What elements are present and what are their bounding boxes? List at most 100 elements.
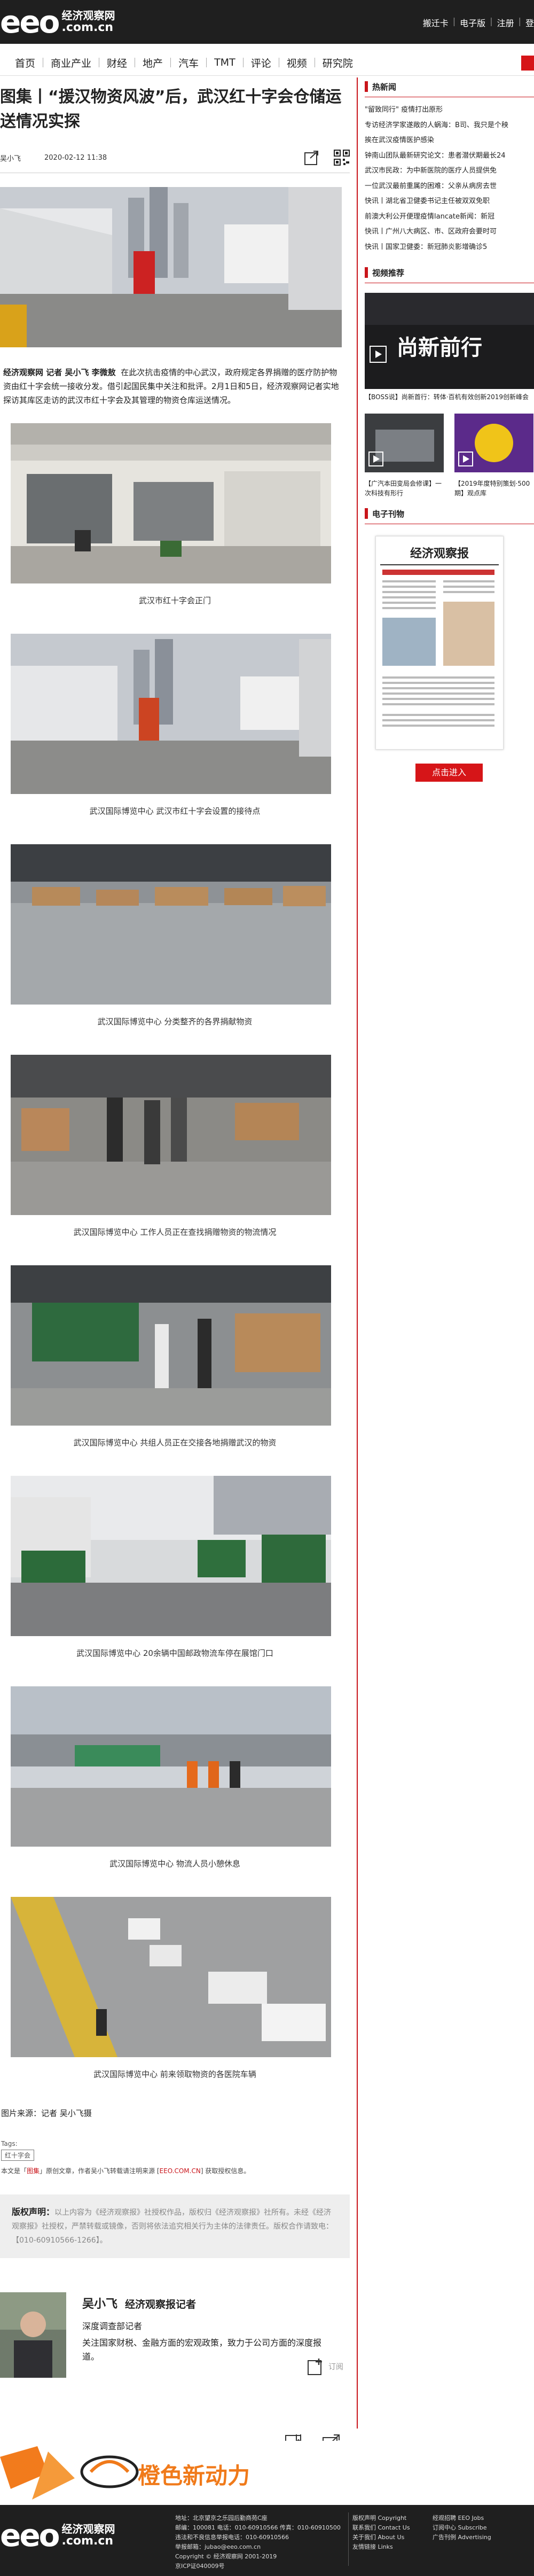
hot-news-list: "留致同行" 疫情打出原形 专访经济学家遂敞的人蜗海：B司、我只是个秧 挨在武汉… xyxy=(365,103,534,255)
follow-button[interactable]: 订阅 xyxy=(307,2357,343,2376)
video-caption: 【广汽本田变局会修课】一次科技有形行 xyxy=(365,480,442,497)
toplink-login[interactable]: 登 xyxy=(525,16,534,29)
footer-link[interactable]: 广告刊例 Advertising xyxy=(433,2533,491,2542)
article-photo xyxy=(11,1686,331,1847)
banner-text: 橙色新动力 xyxy=(138,2463,250,2489)
photo-caption: 武汉国际博览中心 物流人员小憩休息 xyxy=(109,1859,240,1869)
list-item[interactable]: "留致同行" 疫情打出原形 xyxy=(365,103,534,118)
list-item[interactable]: 快讯丨湖北省卫健委书记主任被双双免职 xyxy=(365,194,534,209)
video-item[interactable]: 【2019年度特别策划·500期】观点库 xyxy=(454,414,533,498)
nav-realestate[interactable]: 地产 xyxy=(135,56,170,70)
video-caption[interactable]: 【BOSS说】尚新首行：转体·百机有效创新2019创新峰会 xyxy=(365,392,534,402)
copyright-line: 本文是「图集」原创文章，作者吴小飞转载请注明来源 [EEO.COM.CN] 获取… xyxy=(1,2167,250,2175)
epaper-thumbnail[interactable]: 经济观察报 xyxy=(375,536,504,750)
footer-link[interactable]: 联系我们 Contact Us xyxy=(352,2523,410,2533)
avatar[interactable] xyxy=(0,2292,66,2378)
article-photo xyxy=(11,844,331,1005)
statement-title: 版权声明： xyxy=(12,2207,55,2217)
subscribe-icon xyxy=(308,2359,322,2375)
top-links: 搬迁卡 | 电子版 | 注册 | 登 xyxy=(422,16,534,29)
toplink-register[interactable]: 注册 xyxy=(497,16,514,29)
article-photo xyxy=(11,1897,331,2057)
nav-opinion[interactable]: 评论 xyxy=(244,56,279,70)
footer-logo-mark: eeo xyxy=(0,2517,60,2554)
footer-links-2: 经观招聘 EEO Jobs 订阅中心 Subscribe 广告刊例 Advert… xyxy=(433,2513,491,2542)
share-icon[interactable] xyxy=(304,150,320,166)
footer-link[interactable]: 关于我们 About Us xyxy=(352,2533,410,2542)
nav-video[interactable]: 视频 xyxy=(279,56,315,70)
article-photo xyxy=(11,423,331,583)
article-photo xyxy=(11,1476,331,1636)
author-title: 经济观察报记者 xyxy=(125,2299,197,2310)
epaper-masthead: 经济观察报 xyxy=(410,547,469,561)
video-caption: 【2019年度特别策划·500期】观点库 xyxy=(454,480,530,497)
statement-body: 以上内容为《经济观察报》社授权作品，版权归《经济观察报》社所有。未经《经济观察报… xyxy=(12,2208,333,2245)
photo-caption: 武汉国际博览中心 武汉市红十字会设置的接待点 xyxy=(89,806,261,816)
footer-links-1: 版权声明 Copyright 联系我们 Contact Us 关于我们 Abou… xyxy=(352,2513,410,2552)
photo-caption: 武汉市红十字会正门 xyxy=(138,596,211,605)
enter-epaper-button[interactable]: 点击进入 xyxy=(415,764,483,782)
article-author[interactable]: 吴小飞 xyxy=(0,153,21,163)
article-main: 图集丨“援汉物资风波”后，武汉红十字会仓储运送情况实探 吴小飞 2020-02-… xyxy=(0,77,350,2467)
site-logo[interactable]: eeo 经济观察网 .com.cn xyxy=(0,5,115,38)
video-overlay-text: 尚新前行 xyxy=(397,336,482,360)
toplink-epaper[interactable]: 电子版 xyxy=(460,16,485,29)
list-item[interactable]: 挨在武汉疫情医护感染 xyxy=(365,133,534,149)
tag-item[interactable]: 红十字会 xyxy=(1,2150,35,2161)
footer-logo[interactable]: eeo 经济观察网 .com.cn xyxy=(0,2520,115,2551)
list-item[interactable]: 钟南山团队最新研究论文：患者潜伏期最长24 xyxy=(365,149,534,164)
footer-link[interactable]: 经观招聘 EEO Jobs xyxy=(433,2513,491,2523)
photo-caption: 武汉国际博览中心 前来领取物资的各医院车辆 xyxy=(93,2069,256,2079)
copyright-statement: 版权声明：以上内容为《经济观察报》社授权作品，版权归《经济观察报》社所有。未经《… xyxy=(0,2194,350,2258)
photo-source: 图片来源：记者 吴小飞摄 xyxy=(1,2108,92,2118)
copyright-link[interactable]: EEO.COM.CN xyxy=(160,2167,201,2175)
article-title: 图集丨“援汉物资风波”后，武汉红十字会仓储运送情况实探 xyxy=(0,88,342,131)
logo-domain: .com.cn xyxy=(61,20,114,34)
ad-banner[interactable]: 橙色新动力 xyxy=(0,2441,350,2505)
footer-link[interactable]: 订阅中心 Subscribe xyxy=(433,2523,491,2533)
article-photo xyxy=(11,1265,331,1426)
photo-caption: 武汉国际博览中心 共组人员正在交接各地捐赠武汉的物资 xyxy=(73,1438,277,1447)
list-item[interactable]: 前澳大利公开便理疫情lancate新闻：新冠 xyxy=(365,209,534,225)
qr-code-icon[interactable] xyxy=(334,150,350,166)
footer-contact: 地址：北京望京之乐园后勤商苑C座 邮编：100081 电话：010-609105… xyxy=(175,2515,341,2570)
lead-reporters: 经济观察网 记者 吴小飞 李微敖 xyxy=(3,368,116,377)
list-item[interactable]: 专访经济学家遂敞的人蜗海：B司、我只是个秧 xyxy=(365,118,534,134)
logo-cn: 经济观察网 xyxy=(61,9,115,22)
tags-label: Tags: xyxy=(1,2140,18,2147)
nav-auto[interactable]: 汽车 xyxy=(171,56,206,70)
nav-tmt[interactable]: TMT xyxy=(207,57,243,68)
list-item[interactable]: 武汉市民政：为中新医院的医疗人员提供免 xyxy=(365,164,534,179)
logo-mark: eeo xyxy=(0,4,60,40)
list-item[interactable]: 一位武汉最前重属的困难：父亲从病房去世 xyxy=(365,179,534,194)
nav-home[interactable]: 首页 xyxy=(7,56,43,70)
toplink-card[interactable]: 搬迁卡 xyxy=(423,16,449,29)
footer-link[interactable]: 版权声明 Copyright xyxy=(352,2513,410,2523)
sidebar: 热新闻 "留致同行" 疫情打出原形 专访经济学家遂敞的人蜗海：B司、我只是个秧 … xyxy=(365,77,534,782)
photo-caption: 武汉国际博览中心 分类整齐的各界捐献物资 xyxy=(97,1017,253,1026)
photo-caption: 武汉国际博览中心 工作人员正在查找捐赠物资的物流情况 xyxy=(73,1227,277,1237)
author-department: 深度调查部记者 xyxy=(82,2321,143,2331)
video-item[interactable]: 【广汽本田变局会修课】一次科技有形行 xyxy=(365,414,444,498)
top-header: eeo 经济观察网 .com.cn 搬迁卡 | 电子版 | 注册 | 登 xyxy=(0,0,534,44)
search-icon[interactable] xyxy=(521,56,534,71)
lead-photo xyxy=(0,187,342,347)
article-photo xyxy=(11,634,331,794)
follow-label: 订阅 xyxy=(328,2363,343,2371)
nav-research[interactable]: 研究院 xyxy=(315,56,360,70)
nav-finance[interactable]: 财经 xyxy=(99,56,135,70)
author-card: 吴小飞 经济观察报记者 深度调查部记者 关注国家财税、金融方面的宏观政策，致力于公… xyxy=(0,2292,350,2383)
video-header: 视频推荐 xyxy=(365,263,534,282)
article-photo xyxy=(11,1055,331,1215)
epaper-header: 电子刊物 xyxy=(365,504,534,523)
author-name[interactable]: 吴小飞 xyxy=(82,2298,117,2311)
video-main-thumb[interactable]: 尚新前行 xyxy=(365,293,534,389)
nav-business[interactable]: 商业产业 xyxy=(43,56,99,70)
footer-link[interactable]: 友情链接 Links xyxy=(352,2542,410,2552)
list-item[interactable]: 快讯丨广州八大病区、市、区政府会要时可 xyxy=(365,224,534,240)
list-item[interactable]: 快讯丨国家卫健委：新冠肺炎影增确诊5 xyxy=(365,240,534,255)
article-meta: 吴小飞 2020-02-12 11:38 xyxy=(0,147,350,168)
article-date: 2020-02-12 11:38 xyxy=(44,153,107,162)
footer: eeo 经济观察网 .com.cn 地址：北京望京之乐园后勤商苑C座 邮编：10… xyxy=(0,2505,534,2576)
main-nav: 首页 商业产业 财经 地产 汽车 TMT 评论 视频 研究院 xyxy=(0,49,534,76)
